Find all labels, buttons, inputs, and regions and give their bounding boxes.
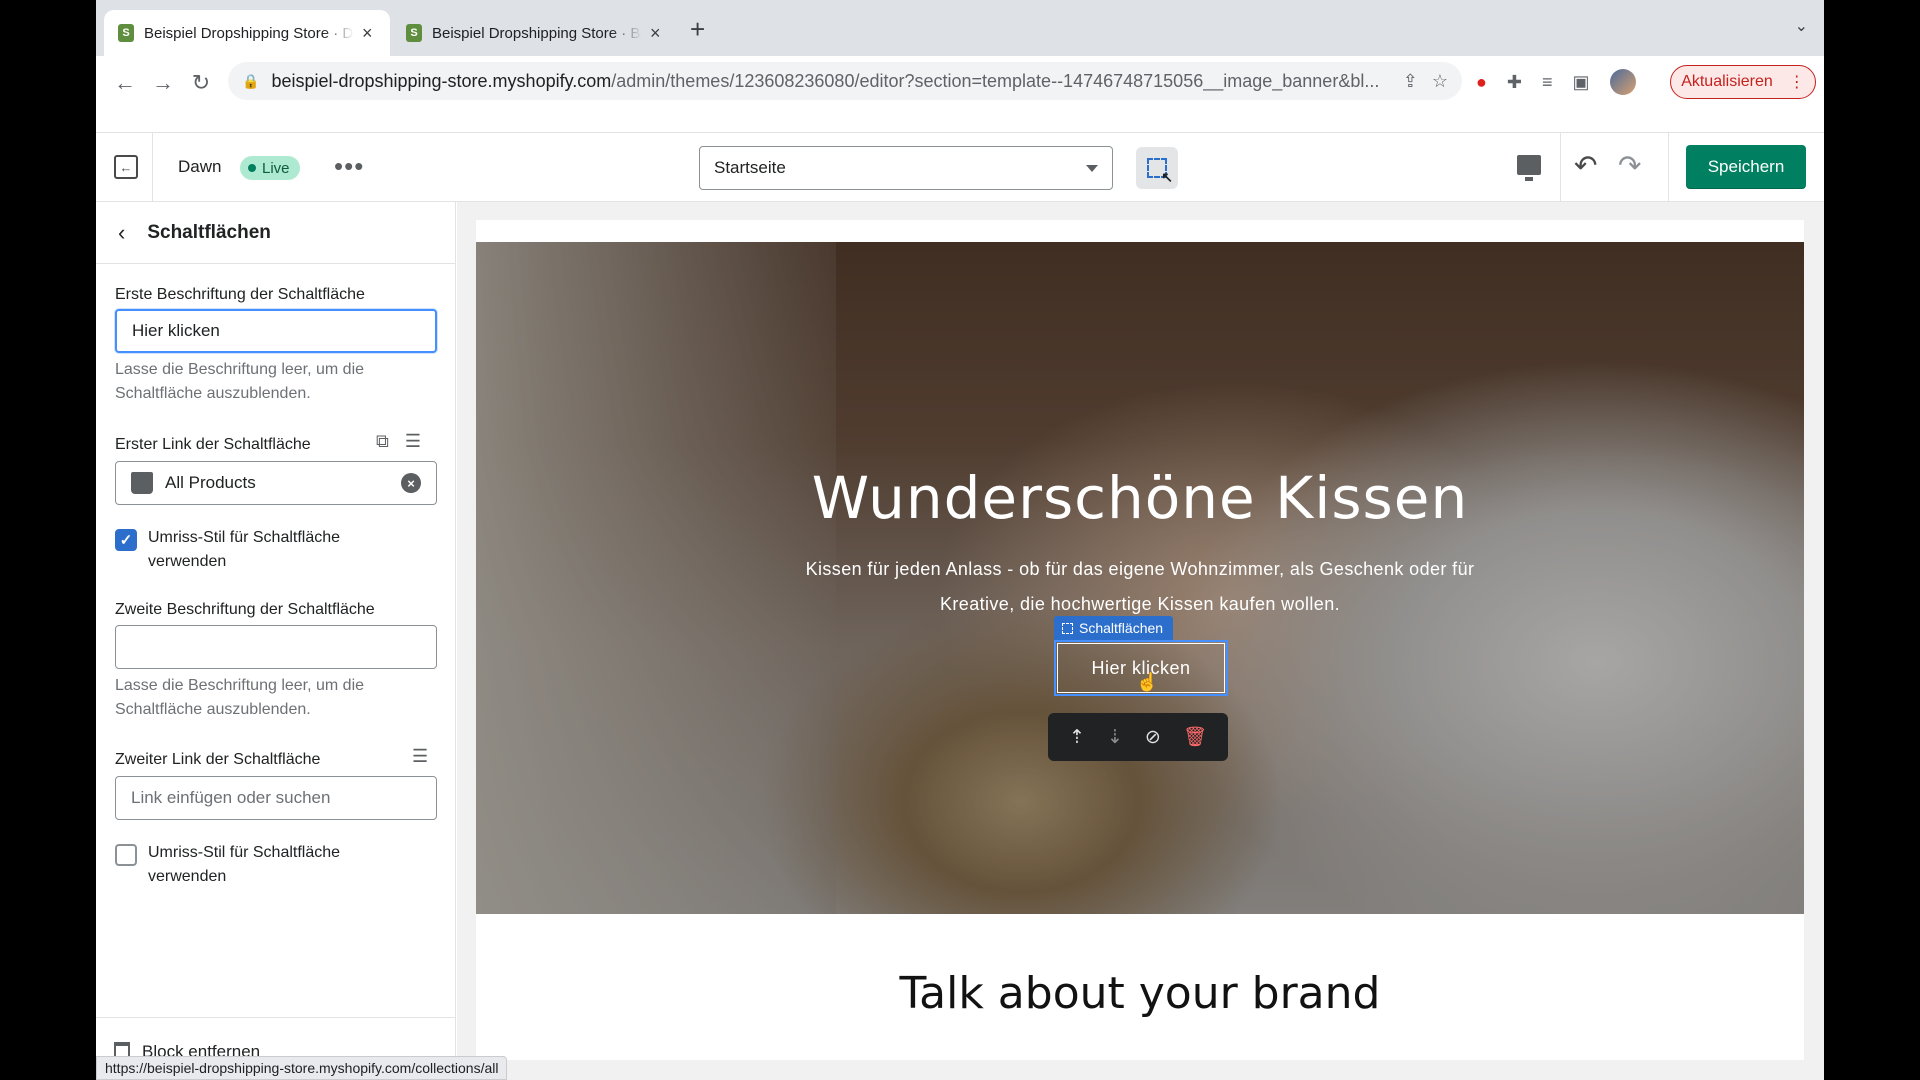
hide-eye-icon[interactable]: ⊘ [1145, 726, 1161, 749]
hand-cursor-icon: ☝ [1136, 672, 1159, 692]
exit-editor-icon[interactable]: ← [114, 155, 138, 179]
divider [152, 133, 153, 201]
caret-down-icon [1086, 164, 1098, 172]
tab-search-chevron-icon[interactable]: ⌄ [1795, 16, 1808, 36]
image-banner[interactable]: Wunderschöne Kissen Kissen für jeden Anl… [476, 242, 1804, 914]
close-tab-icon[interactable]: × [362, 23, 373, 44]
browser-window: S Beispiel Dropshipping Store · Dawn · S… [96, 0, 1824, 1080]
link-status-bar: https://beispiel-dropshipping-store.mysh… [96, 1056, 508, 1080]
more-actions-icon[interactable]: ••• [334, 151, 364, 182]
selection-tag-label: Schaltflächen [1079, 620, 1164, 636]
bookmark-star-icon[interactable]: ☆ [1432, 71, 1448, 92]
second-outline-checkbox[interactable] [115, 844, 137, 866]
second-outline-label: Umriss-Stil für Schaltfläche verwenden [148, 844, 341, 885]
page-selector-value: Startseite [714, 158, 786, 177]
kebab-menu-icon: ⋮ [1788, 74, 1805, 91]
back-arrow-icon[interactable]: ← [106, 64, 144, 102]
new-tab-icon[interactable]: + [690, 14, 705, 45]
browser-toolbar: ← → ↻ 🔒 beispiel-dropshipping-store.mysh… [96, 56, 1824, 110]
second-link-label: Zweiter Link der Schaltfläche [115, 751, 321, 768]
extensions-puzzle-icon[interactable]: ✚ [1507, 72, 1522, 93]
dynamic-source-icon[interactable]: ☰ [412, 746, 428, 767]
desktop-preview-icon[interactable] [1517, 155, 1541, 181]
sidebar-title: Schaltflächen [147, 221, 271, 243]
first-outline-checkbox[interactable]: ✓ [115, 529, 137, 551]
sidebar-header: ‹ Schaltflächen [96, 202, 456, 264]
update-button-label: Aktualisieren [1681, 73, 1773, 90]
first-link-input[interactable]: All Products × [115, 461, 437, 505]
select-element-icon [1147, 158, 1173, 186]
clear-link-icon[interactable]: × [401, 473, 421, 493]
theme-name: Dawn [178, 157, 222, 176]
close-tab-icon[interactable]: × [650, 23, 661, 44]
second-link-placeholder: Link einfügen oder suchen [131, 788, 331, 807]
banner-heading: Wunderschöne Kissen [811, 464, 1469, 532]
page-selector[interactable]: Startseite [699, 146, 1113, 190]
divider [1668, 133, 1669, 201]
first-label-help: Lasse die Beschriftung leer, um die Scha… [115, 361, 365, 402]
first-link-label: Erster Link der Schaltfläche [115, 436, 311, 453]
second-label-help: Lasse die Beschriftung leer, um die Scha… [115, 677, 365, 718]
forward-arrow-icon[interactable]: → [144, 64, 182, 102]
undo-icon[interactable]: ↶ [1574, 149, 1597, 182]
inspector-toggle-button[interactable] [1136, 147, 1178, 189]
tab-title: Beispiel Dropshipping Store · Beispiel [432, 24, 642, 42]
banner-text: Kissen für jeden Anlass - ob für das eig… [805, 559, 1475, 614]
delete-trash-icon[interactable]: 🗑 [1183, 725, 1207, 749]
reload-icon[interactable]: ↻ [182, 64, 220, 102]
share-icon[interactable]: ⇪ [1403, 71, 1418, 92]
back-chevron-icon[interactable]: ‹ [118, 220, 125, 246]
tab-active[interactable]: S Beispiel Dropshipping Store · Dawn · S… [104, 10, 390, 56]
url-host: beispiel-dropshipping-store.myshopify.co… [271, 70, 612, 91]
editor-topbar: ← Dawn Live ••• Startseite ↶ ↷ Speichern [96, 132, 1824, 202]
first-link-value: All Products [165, 473, 256, 492]
update-button[interactable]: Aktualisieren ⋮ [1670, 65, 1816, 99]
second-link-input[interactable]: Link einfügen oder suchen [115, 776, 437, 820]
sidebar-panel-icon[interactable]: ▣ [1572, 72, 1589, 93]
tab-second[interactable]: S Beispiel Dropshipping Store · Beispiel… [392, 10, 678, 56]
tab-bar: S Beispiel Dropshipping Store · Dawn · S… [96, 0, 1824, 56]
shopify-favicon-icon: S [406, 24, 422, 42]
first-label-label: Erste Beschriftung der Schaltfläche [115, 286, 365, 303]
divider [1560, 133, 1561, 201]
brand-heading: Talk about your brand [899, 968, 1381, 1019]
selection-tag: Schaltflächen [1054, 616, 1174, 640]
url-path: /admin/themes/123608236080/editor?sectio… [611, 70, 1380, 91]
opera-extension-icon[interactable]: ● [1476, 72, 1487, 93]
second-label-label: Zweite Beschriftung der Schaltfläche [115, 601, 375, 618]
first-outline-label: Umriss-Stil für Schaltfläche verwenden [148, 529, 341, 570]
address-bar[interactable]: 🔒 beispiel-dropshipping-store.myshopify.… [228, 62, 1462, 100]
redo-icon[interactable]: ↷ [1618, 149, 1641, 182]
block-select-icon [1062, 622, 1073, 634]
move-up-icon[interactable]: ⇡ [1069, 726, 1085, 749]
live-status-badge: Live [240, 156, 300, 180]
collection-bag-icon [131, 472, 153, 494]
media-queue-icon[interactable]: ≡ [1542, 72, 1553, 93]
first-label-input[interactable]: Hier klicken [115, 309, 437, 353]
external-link-icon[interactable]: ⧉ [376, 431, 389, 452]
settings-sidebar: ‹ Schaltflächen Erste Beschriftung der S… [96, 202, 456, 1080]
save-button[interactable]: Speichern [1686, 145, 1806, 189]
store-preview: Wunderschöne Kissen Kissen für jeden Anl… [476, 220, 1804, 1060]
block-toolbar: ⇡ ⇣ ⊘ 🗑 [1048, 713, 1228, 761]
move-down-icon[interactable]: ⇣ [1107, 726, 1123, 749]
profile-avatar[interactable] [1609, 69, 1636, 95]
first-label-input-value: Hier klicken [132, 321, 220, 340]
dynamic-source-icon[interactable]: ☰ [405, 431, 421, 452]
second-label-input[interactable] [115, 625, 437, 669]
lock-icon: 🔒 [242, 72, 260, 89]
tab-title: Beispiel Dropshipping Store · Dawn · Sho… [144, 24, 354, 42]
shopify-favicon-icon: S [118, 24, 134, 42]
